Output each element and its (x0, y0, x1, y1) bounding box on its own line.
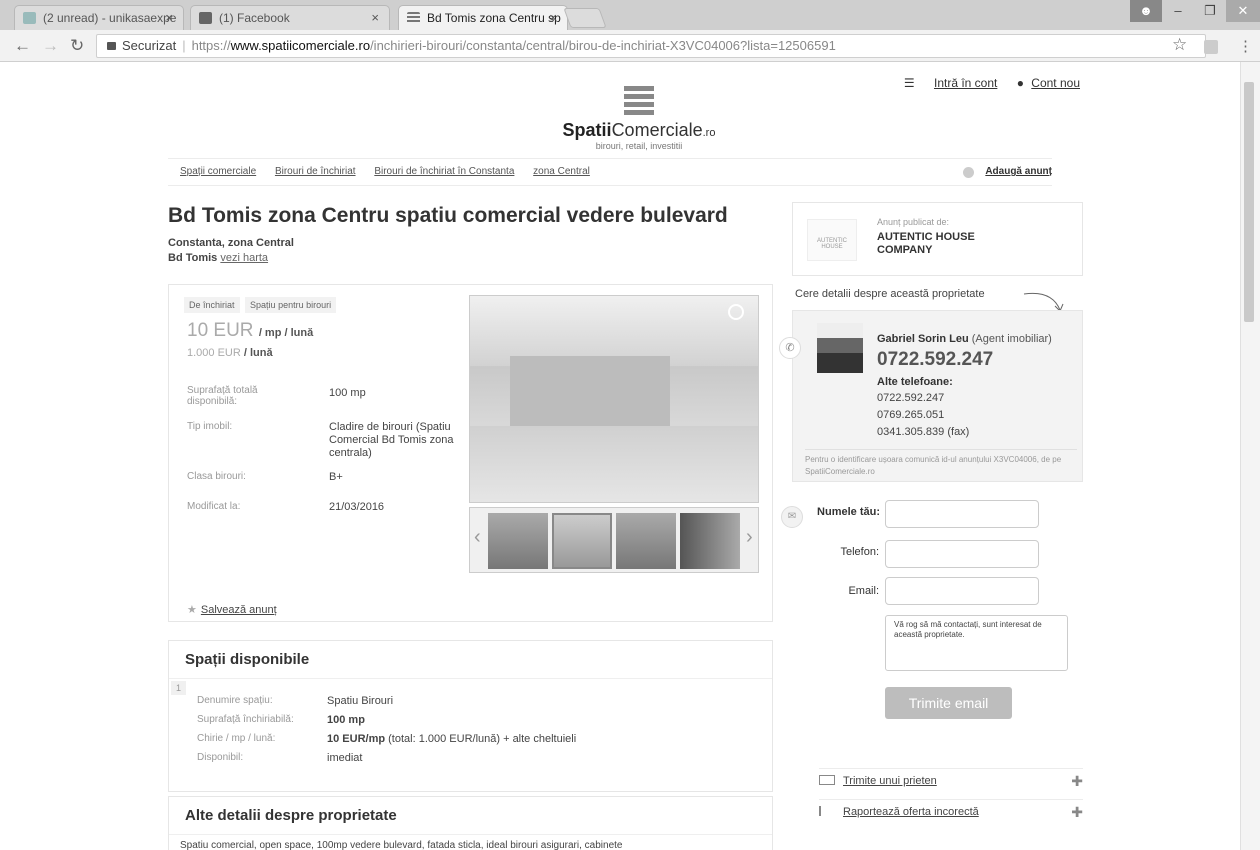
tag: Spațiu pentru birouri (245, 297, 337, 313)
thumbnail[interactable] (680, 513, 740, 569)
alt-phone[interactable]: 0722.592.247 (877, 392, 944, 404)
logo-mark-icon (624, 86, 654, 116)
signup-link[interactable]: Cont nou (1031, 76, 1080, 90)
plus-icon[interactable]: ✚ (1071, 800, 1083, 824)
detail-label: Suprafață totală disponibilă: (187, 385, 258, 407)
login-link[interactable]: Intră în cont (934, 76, 997, 90)
listing-card: De închiriat Spațiu pentru birouri 10 EU… (168, 284, 773, 622)
agent-name: Gabriel Sorin Leu (Agent imobiliar) (877, 333, 1052, 345)
close-icon[interactable]: × (165, 10, 173, 25)
reload-icon[interactable]: ↻ (70, 36, 84, 56)
detail-value: B+ (329, 471, 343, 483)
message-textarea[interactable]: Vă rog să mă contactați, sunt interesat … (885, 615, 1068, 671)
listing-id-note: Pentru o identificare ușoara comunică id… (805, 449, 1077, 478)
next-photo-icon[interactable]: › (746, 526, 753, 549)
facebook-icon (199, 12, 212, 24)
profile-icon[interactable]: ☻ (1130, 0, 1162, 22)
user-icon: ● (1016, 76, 1024, 90)
back-icon[interactable]: ← (14, 36, 31, 56)
detail-value: Cladire de birouri (Spatiu Comercial Bd … (329, 421, 454, 459)
agent-phone[interactable]: 0722.592.247 (877, 349, 993, 371)
bookmark-star-icon[interactable]: ☆ (1172, 35, 1187, 55)
account-links: ☰ Intră în cont ● Cont nou (904, 76, 1080, 90)
scrollbar-thumb[interactable] (1244, 82, 1254, 322)
lock-icon (107, 42, 116, 50)
web-page: ☰ Intră în cont ● Cont nou SpatiiComerci… (0, 62, 1240, 850)
breadcrumb-item[interactable]: Spații comerciale (180, 166, 256, 177)
publisher-box: AUTENTIC HOUSE Anunț publicat de: AUTENT… (792, 202, 1083, 276)
main-photo[interactable] (469, 295, 759, 503)
space-index: 1 (171, 681, 187, 695)
zoom-icon[interactable] (728, 304, 744, 320)
report-link[interactable]: Raportează oferta incorectă ✚ (819, 799, 1083, 823)
detail-value: 21/03/2016 (329, 501, 385, 513)
plus-icon[interactable]: ✚ (1071, 769, 1083, 793)
section-heading: Alte detalii despre proprietate (169, 797, 772, 835)
detail-label: Clasa birouri: (187, 471, 246, 482)
add-listing-link[interactable]: Adaugă anunț (985, 159, 1052, 185)
flag-icon (819, 806, 829, 816)
tab-strip: (2 unread) - unikasaexpe × (1) Facebook … (0, 0, 1260, 30)
site-icon (407, 12, 420, 24)
envelope-icon (819, 775, 835, 785)
close-icon[interactable]: × (549, 10, 557, 25)
save-listing-button[interactable]: ★ Salvează anunț (187, 603, 277, 616)
send-to-friend-link[interactable]: Trimite unui prieten ✚ (819, 768, 1083, 792)
price-per-sqm: 10 EUR / mp / lună (187, 320, 314, 341)
map-link[interactable]: vezi harta (220, 252, 268, 264)
forward-icon[interactable]: → (42, 36, 59, 56)
prev-photo-icon[interactable]: ‹ (474, 526, 481, 549)
detail-label: Modificat la: (187, 501, 241, 512)
section-heading: Spații disponibile (169, 641, 772, 679)
close-icon[interactable]: × (371, 10, 379, 25)
listing-tags: De închiriat Spațiu pentru birouri (184, 297, 339, 313)
tag: De închiriat (184, 297, 240, 313)
send-email-button[interactable]: Trimite email (885, 687, 1012, 719)
agent-contact-box: ✆ Gabriel Sorin Leu (Agent imobiliar) 07… (779, 310, 1083, 482)
email-field[interactable] (885, 577, 1039, 605)
name-field[interactable] (885, 500, 1039, 528)
property-description: Spatiu comercial, open space, 100mp vede… (180, 840, 623, 850)
phone-field[interactable] (885, 540, 1039, 568)
agency-name[interactable]: AUTENTIC HOUSE COMPANY (877, 231, 987, 257)
breadcrumb-item[interactable]: Birouri de închiriat în Constanta (374, 166, 514, 177)
url-field[interactable]: Securizat | https://www.spatiicomerciale.r… (96, 34, 1206, 58)
agency-logo[interactable]: AUTENTIC HOUSE (807, 219, 857, 261)
close-window-button[interactable]: ✕ (1226, 0, 1260, 22)
tab-mail[interactable]: (2 unread) - unikasaexpe × (14, 5, 184, 30)
phone-icon: ✆ (779, 337, 801, 359)
thumbnail[interactable] (488, 513, 548, 569)
thumbnail[interactable] (616, 513, 676, 569)
contact-prompt: Cere detalii despre această proprietate (795, 288, 985, 300)
breadcrumb-item[interactable]: Birouri de închiriat (275, 166, 356, 177)
maximize-button[interactable]: ❐ (1194, 0, 1226, 22)
star-icon: ★ (187, 604, 197, 616)
new-tab-button[interactable] (563, 8, 607, 28)
tab-facebook[interactable]: (1) Facebook × (190, 5, 390, 30)
available-spaces-section: Spații disponibile 1 Denumire spațiu: Sp… (168, 640, 773, 792)
page-title: Bd Tomis zona Centru spatiu comercial ve… (168, 204, 728, 227)
detail-value: 100 mp (329, 387, 366, 399)
price-total: 1.000 EUR / lună (187, 347, 273, 359)
alt-phone[interactable]: 0769.265.051 (877, 409, 944, 421)
alt-phone[interactable]: 0341.305.839 (fax) (877, 426, 969, 438)
avatar (817, 323, 863, 373)
menu-icon[interactable]: ⋮ (1238, 37, 1253, 55)
breadcrumb: Spații comerciale Birouri de închiriat B… (168, 158, 1052, 186)
browser-chrome: (2 unread) - unikasaexpe × (1) Facebook … (0, 0, 1260, 62)
address-bar: ← → ↻ Securizat | https://www.spatiicomerc… (0, 30, 1260, 62)
tab-listing[interactable]: Bd Tomis zona Centru sp × (398, 5, 568, 30)
minimize-button[interactable]: – (1162, 0, 1194, 22)
menu-lines-icon: ☰ (903, 76, 915, 90)
listing-location: Constanta, zona Central (168, 237, 294, 249)
mail-icon (23, 12, 36, 24)
detail-label: Tip imobil: (187, 421, 233, 432)
thumbnail[interactable] (552, 513, 612, 569)
breadcrumb-item[interactable]: zona Central (533, 166, 590, 177)
photo-thumbnails: ‹ › (469, 507, 759, 573)
add-icon (963, 167, 974, 178)
site-logo[interactable]: SpatiiComerciale.ro birouri, retail, inv… (554, 86, 724, 151)
listing-street: Bd Tomis vezi harta (168, 252, 269, 264)
extension-icon[interactable] (1204, 40, 1218, 54)
